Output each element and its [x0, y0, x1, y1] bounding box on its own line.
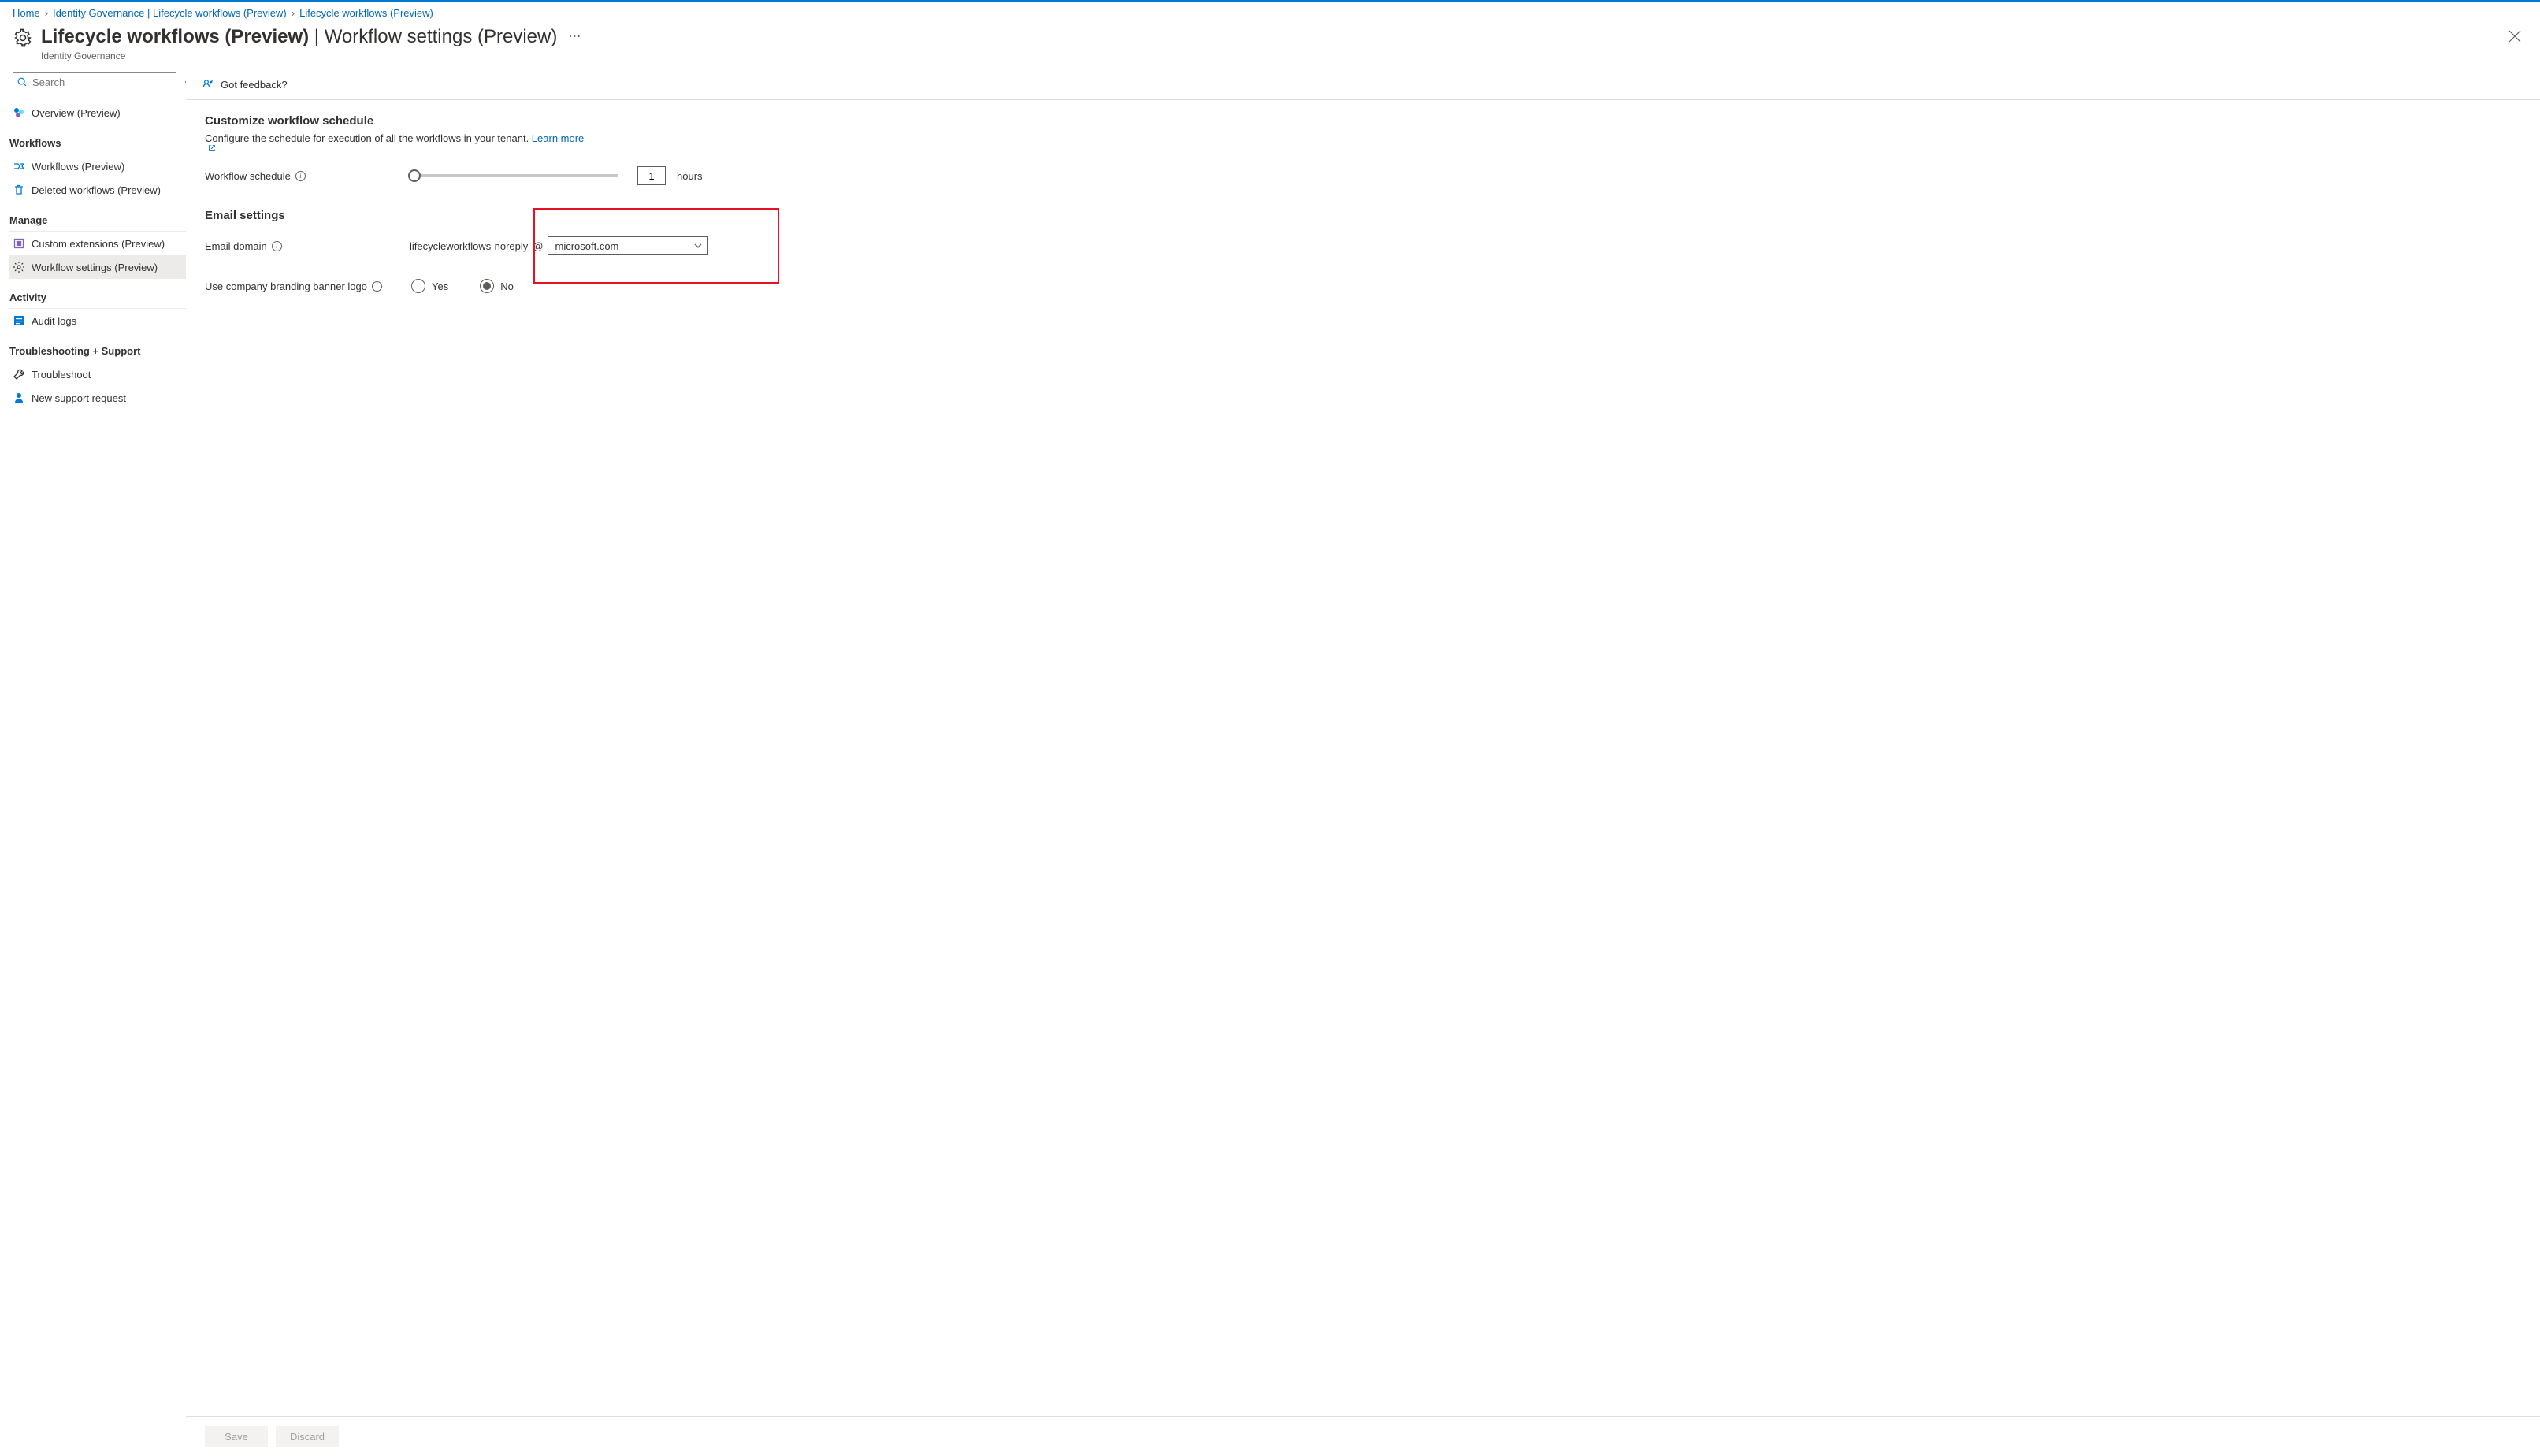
label-workflow-schedule: Workflow schedule i	[205, 170, 410, 182]
radio-circle	[480, 279, 494, 293]
sidebar-item-label: New support request	[32, 392, 126, 404]
sidebar-item-label: Audit logs	[32, 315, 76, 327]
branding-radio-group: Yes No	[411, 279, 514, 293]
sidebar-item-troubleshoot[interactable]: Troubleshoot	[9, 362, 186, 386]
sidebar-item-deleted-workflows[interactable]: Deleted workflows (Preview)	[9, 178, 186, 202]
schedule-unit-label: hours	[677, 170, 703, 182]
sidebar-item-label: Workflow settings (Preview)	[32, 262, 158, 273]
flow-icon	[13, 160, 25, 173]
sidebar-item-label: Deleted workflows (Preview)	[32, 184, 161, 196]
page-title: Lifecycle workflows (Preview) | Workflow…	[41, 25, 557, 49]
sidebar-item-label: Overview (Preview)	[32, 107, 121, 119]
section-title-schedule: Customize workflow schedule	[205, 114, 2521, 128]
more-icon[interactable]: ⋯	[568, 25, 581, 49]
discard-button[interactable]: Discard	[276, 1426, 339, 1447]
overview-icon	[13, 106, 25, 119]
dropdown-value: microsoft.com	[555, 240, 618, 252]
gear-icon	[13, 28, 33, 48]
sidebar-item-audit-logs[interactable]: Audit logs	[9, 309, 186, 332]
feedback-icon	[202, 78, 214, 91]
radio-label: No	[500, 280, 514, 292]
content-body: Customize workflow schedule Configure th…	[186, 100, 2540, 1416]
row-workflow-schedule: Workflow schedule i hours	[205, 166, 2521, 185]
row-branding-logo: Use company branding banner logo i Yes N…	[205, 279, 2521, 293]
toolbar: Got feedback?	[186, 69, 2540, 99]
feedback-button[interactable]: Got feedback?	[194, 69, 295, 99]
sidebar-search[interactable]	[13, 72, 176, 91]
content: Got feedback? Customize workflow schedul…	[186, 68, 2540, 1456]
search-icon	[17, 76, 28, 87]
sidebar-heading-manage: Manage	[9, 210, 186, 232]
breadcrumb-link-home[interactable]: Home	[13, 7, 40, 19]
gear-icon	[13, 261, 25, 273]
radio-circle	[411, 279, 425, 293]
sidebar: Overview (Preview) Workflows Workflows (…	[0, 68, 186, 1456]
label-branding-logo: Use company branding banner logo i	[205, 280, 410, 292]
at-symbol: @	[533, 240, 543, 252]
schedule-slider[interactable]	[410, 174, 618, 177]
toolbar-label: Got feedback?	[221, 79, 288, 91]
page-subtitle: Identity Governance	[41, 50, 557, 61]
sidebar-item-workflows[interactable]: Workflows (Preview)	[9, 154, 186, 178]
chevron-right-icon: ›	[292, 7, 295, 19]
wrench-icon	[13, 368, 25, 381]
sidebar-item-label: Troubleshoot	[32, 369, 91, 381]
schedule-hours-input[interactable]	[637, 166, 666, 185]
section-title-email: Email settings	[205, 209, 2521, 222]
section-desc-schedule: Configure the schedule for execution of …	[205, 132, 2521, 152]
breadcrumb-link-identity-governance[interactable]: Identity Governance | Lifecycle workflow…	[53, 7, 287, 19]
info-icon[interactable]: i	[272, 241, 282, 251]
sidebar-item-label: Workflows (Preview)	[32, 161, 124, 173]
sidebar-item-workflow-settings[interactable]: Workflow settings (Preview)	[9, 255, 186, 279]
email-prefix-label: lifecycleworkflows-noreply	[410, 240, 528, 252]
close-icon[interactable]	[2505, 27, 2524, 46]
info-icon[interactable]: i	[372, 281, 382, 292]
chevron-down-icon	[693, 241, 703, 251]
sidebar-heading-workflows: Workflows	[9, 132, 186, 154]
radio-no[interactable]: No	[480, 279, 514, 293]
breadcrumb-link-lifecycle-workflows[interactable]: Lifecycle workflows (Preview)	[299, 7, 433, 19]
log-icon	[13, 314, 25, 327]
trash-icon	[13, 184, 25, 196]
search-input[interactable]	[31, 76, 173, 89]
sidebar-heading-troubleshooting: Troubleshooting + Support	[9, 340, 186, 362]
radio-yes[interactable]: Yes	[411, 279, 448, 293]
external-link-icon	[208, 144, 216, 152]
label-email-domain: Email domain i	[205, 240, 410, 252]
chevron-right-icon: ›	[45, 7, 48, 19]
save-button[interactable]: Save	[205, 1426, 268, 1447]
sidebar-item-label: Custom extensions (Preview)	[32, 238, 165, 250]
blade-header: Lifecycle workflows (Preview) | Workflow…	[0, 22, 2540, 68]
radio-label: Yes	[432, 280, 448, 292]
sidebar-heading-activity: Activity	[9, 287, 186, 309]
sidebar-item-new-support-request[interactable]: New support request	[9, 386, 186, 410]
row-email-domain: Email domain i lifecycleworkflows-norepl…	[205, 236, 2521, 255]
support-icon	[13, 392, 25, 404]
info-icon[interactable]: i	[295, 171, 306, 181]
slider-thumb[interactable]	[408, 169, 421, 182]
sidebar-item-overview[interactable]: Overview (Preview)	[9, 101, 186, 124]
sidebar-item-custom-extensions[interactable]: Custom extensions (Preview)	[9, 232, 186, 255]
learn-more-link[interactable]: Learn more	[205, 132, 2521, 152]
email-domain-dropdown[interactable]: microsoft.com	[548, 236, 708, 255]
footer: Save Discard	[186, 1416, 2540, 1456]
extension-icon	[13, 237, 25, 250]
breadcrumb: Home › Identity Governance | Lifecycle w…	[0, 2, 2540, 22]
